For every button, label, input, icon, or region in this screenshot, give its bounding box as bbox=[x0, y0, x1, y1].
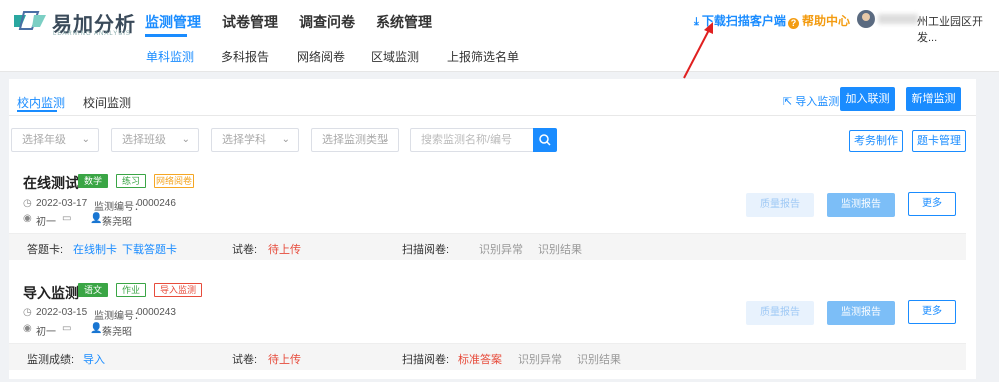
card-date: 2022-03-17 bbox=[36, 198, 88, 209]
card-date: 2022-03-15 bbox=[36, 307, 88, 318]
clock-icon: ◷ bbox=[23, 307, 32, 318]
card-code: 0000243 bbox=[137, 307, 176, 318]
paper-label: 试卷: bbox=[232, 354, 258, 366]
tab-inter-school[interactable]: 校间监测 bbox=[83, 94, 131, 111]
user-icon: 👤 bbox=[90, 213, 103, 224]
card-manage-button[interactable]: 题卡管理 bbox=[912, 130, 966, 152]
tab-active-indicator bbox=[17, 110, 57, 112]
subject-select[interactable]: 选择学科 ⌄ bbox=[211, 128, 299, 152]
new-monitor-button[interactable]: 新增监测 bbox=[906, 87, 961, 111]
import-icon: ⇱ bbox=[783, 96, 796, 108]
grade-icon: ◉ bbox=[23, 323, 32, 334]
import-monitor-link[interactable]: ⇱ 导入监测 bbox=[783, 93, 839, 109]
card-label: 答题卡: bbox=[27, 244, 64, 256]
paper-label: 试卷: bbox=[232, 244, 258, 256]
tab-internal[interactable]: 校内监测 bbox=[17, 94, 65, 111]
class-select-placeholder: 选择班级 bbox=[122, 134, 166, 146]
subnav-online-marking[interactable]: 网络阅卷 bbox=[297, 48, 345, 65]
subject-select-placeholder: 选择学科 bbox=[222, 134, 266, 146]
standard-answer-link[interactable]: 标准答案 bbox=[458, 351, 502, 367]
type-tag: 作业 bbox=[116, 283, 146, 297]
search-button[interactable] bbox=[533, 128, 557, 152]
more-button[interactable]: 更多 bbox=[908, 300, 956, 324]
user-icon: 👤 bbox=[90, 323, 103, 334]
paper-status[interactable]: 待上传 bbox=[268, 241, 301, 257]
card-code: 0000246 bbox=[137, 198, 176, 209]
tab-divider bbox=[9, 115, 976, 116]
help-label: 帮助中心 bbox=[802, 14, 851, 28]
chevron-down-icon: ⌄ bbox=[281, 134, 290, 145]
user-name[interactable]: 州工业园区开发... bbox=[917, 13, 999, 45]
clock-icon: ◷ bbox=[23, 198, 32, 209]
quality-report-button[interactable]: 质量报告 bbox=[746, 193, 814, 217]
subnav-report-list[interactable]: 上报筛选名单 bbox=[447, 48, 519, 65]
chevron-down-icon: ⌄ bbox=[381, 134, 390, 145]
annotation-arrow-icon bbox=[683, 22, 713, 79]
class-icon: ▭ bbox=[62, 323, 72, 334]
logo-icon[interactable] bbox=[12, 9, 48, 33]
card-title[interactable]: 在线测试 bbox=[23, 173, 79, 193]
download-card-link[interactable]: 下载答题卡 bbox=[122, 241, 177, 257]
help-center-link[interactable]: ? 帮助中心 bbox=[788, 12, 850, 29]
question-icon: ? bbox=[788, 18, 799, 29]
card-teacher: 蔡尧昭 bbox=[102, 217, 132, 228]
import-score-link[interactable]: 导入 bbox=[83, 351, 105, 367]
scan-result-link[interactable]: 识别结果 bbox=[577, 351, 621, 367]
paper-status[interactable]: 待上传 bbox=[268, 351, 301, 367]
subject-tag: 语文 bbox=[78, 283, 108, 297]
import-label: 导入监测 bbox=[795, 96, 840, 108]
card-title[interactable]: 导入监测 bbox=[23, 283, 79, 303]
scan-label: 扫描阅卷: bbox=[402, 354, 450, 366]
scan-error-link[interactable]: 识别异常 bbox=[479, 241, 523, 257]
type-select[interactable]: 选择监测类型 ⌄ bbox=[311, 128, 399, 152]
scan-error-link[interactable]: 识别异常 bbox=[518, 351, 562, 367]
card-grade: 初一 bbox=[36, 327, 56, 338]
class-select[interactable]: 选择班级 ⌄ bbox=[111, 128, 199, 152]
exam-make-button[interactable]: 考务制作 bbox=[849, 130, 903, 152]
class-icon: ▭ bbox=[62, 213, 72, 224]
online-card-link[interactable]: 在线制卡 bbox=[73, 241, 117, 257]
subnav-multi-report[interactable]: 多科报告 bbox=[221, 48, 269, 65]
search-input[interactable]: 搜索监测名称/编号 bbox=[410, 128, 534, 152]
grade-select-placeholder: 选择年级 bbox=[22, 134, 66, 146]
avatar[interactable] bbox=[857, 10, 875, 28]
score-label: 监测成绩: bbox=[27, 354, 75, 366]
subnav-region[interactable]: 区域监测 bbox=[371, 48, 419, 65]
monitor-report-button[interactable]: 监测报告 bbox=[827, 193, 895, 217]
type-tag: 练习 bbox=[116, 174, 146, 188]
grade-select[interactable]: 选择年级 ⌄ bbox=[11, 128, 99, 152]
nav-active-indicator bbox=[145, 34, 187, 37]
user-name-redacted bbox=[878, 14, 918, 24]
more-button[interactable]: 更多 bbox=[908, 192, 956, 216]
nav-survey[interactable]: 调查问卷 bbox=[299, 12, 355, 32]
chevron-down-icon: ⌄ bbox=[181, 134, 190, 145]
grade-icon: ◉ bbox=[23, 213, 32, 224]
type-select-placeholder: 选择监测类型 bbox=[322, 134, 388, 146]
logo-subtitle: LEARNING ANALYSIS bbox=[53, 31, 131, 37]
chevron-down-icon: ⌄ bbox=[81, 134, 90, 145]
quality-report-button[interactable]: 质量报告 bbox=[746, 301, 814, 325]
mode-tag: 导入监测 bbox=[154, 283, 202, 297]
scan-label: 扫描阅卷: bbox=[402, 244, 450, 256]
nav-paper[interactable]: 试卷管理 bbox=[222, 12, 278, 32]
nav-system[interactable]: 系统管理 bbox=[376, 12, 432, 32]
join-test-button[interactable]: 加入联测 bbox=[840, 87, 895, 111]
nav-monitor[interactable]: 监测管理 bbox=[145, 12, 201, 32]
scan-result-link[interactable]: 识别结果 bbox=[538, 241, 582, 257]
monitor-report-button[interactable]: 监测报告 bbox=[827, 301, 895, 325]
mode-tag: 网络阅卷 bbox=[154, 174, 194, 188]
search-icon bbox=[539, 134, 551, 146]
card-teacher: 蔡尧昭 bbox=[102, 327, 132, 338]
card-grade: 初一 bbox=[36, 217, 56, 228]
subnav-single-subject[interactable]: 单科监测 bbox=[146, 48, 194, 65]
subject-tag: 数学 bbox=[78, 174, 108, 188]
